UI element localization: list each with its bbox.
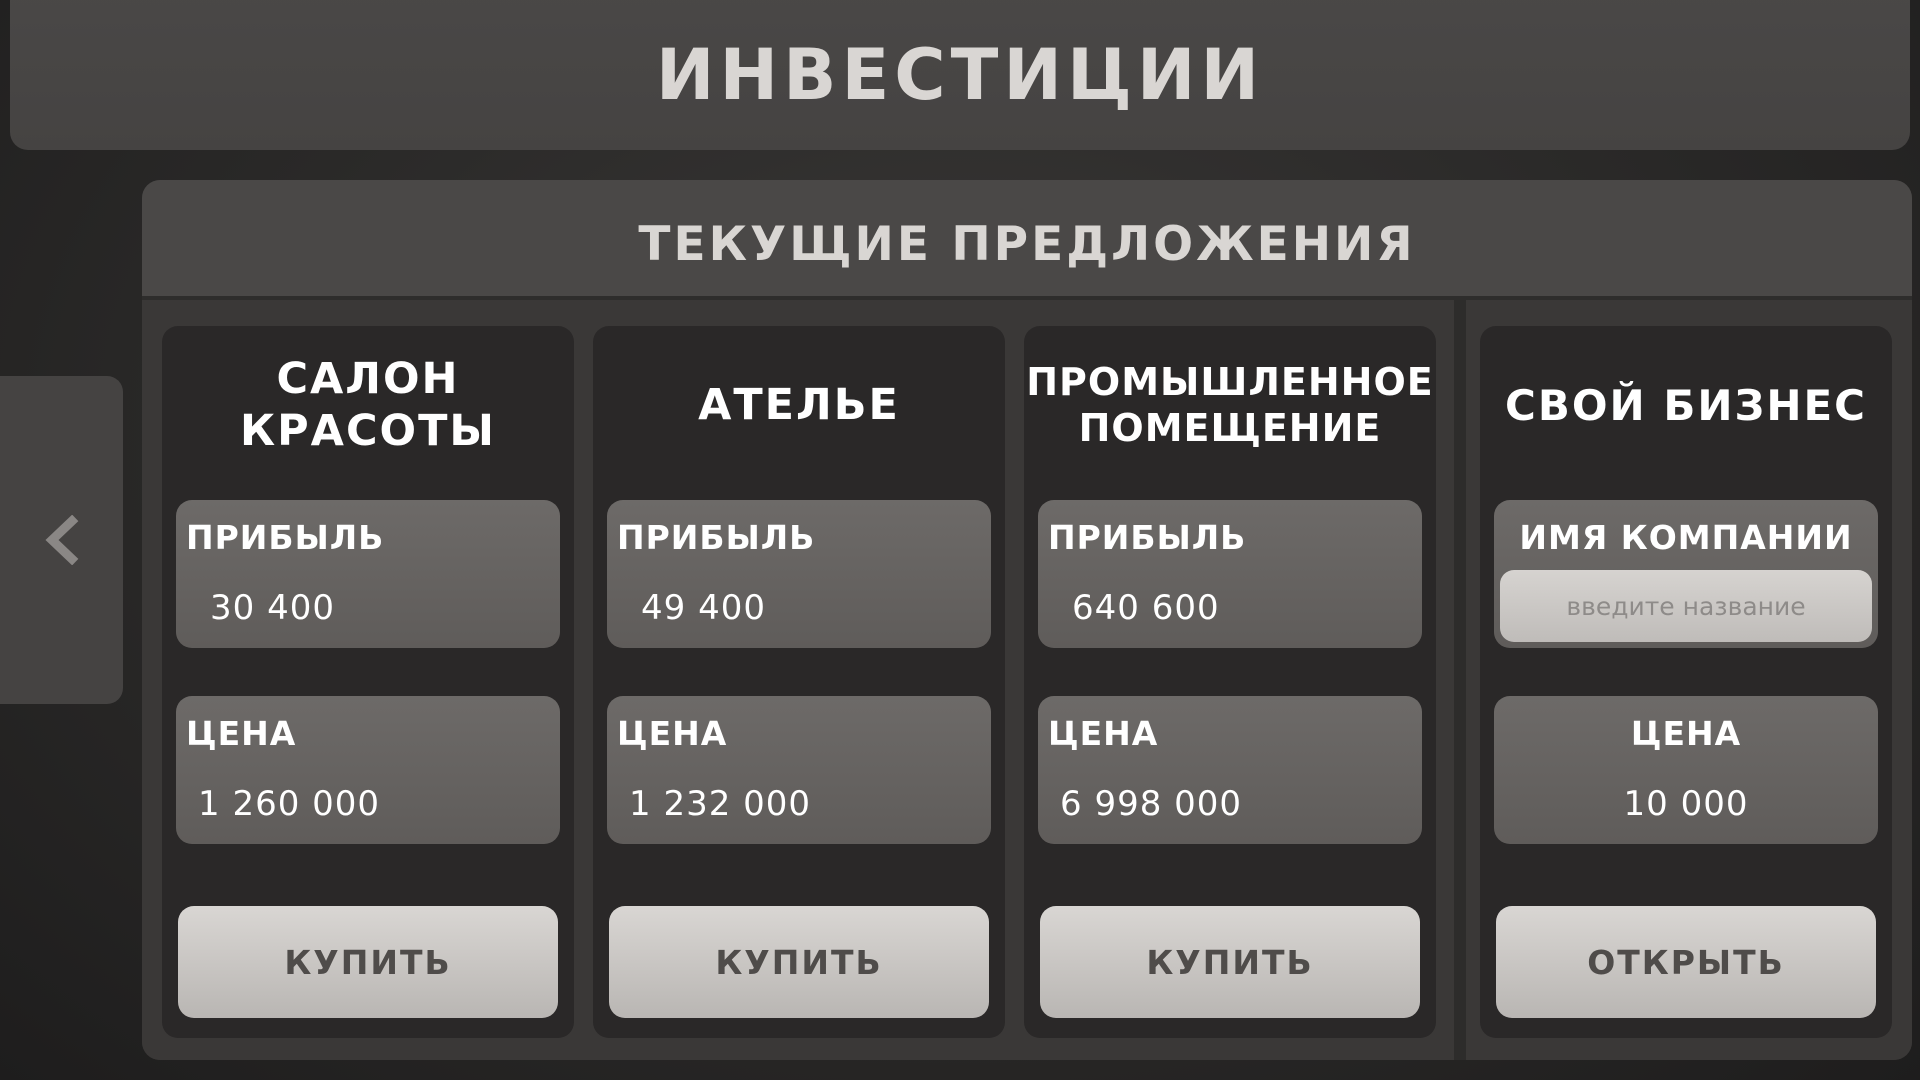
offer-card-title-line2: КРАСОТЫ <box>240 406 496 456</box>
offer-card-beauty-salon: САЛОН КРАСОТЫ ПРИБЫЛЬ 30 400 ЦЕНА 1 260 … <box>162 326 574 1038</box>
price-value: 6 998 000 <box>1060 784 1243 824</box>
open-business-button[interactable]: ОТКРЫТЬ <box>1496 906 1876 1018</box>
profit-label: ПРИБЫЛЬ <box>186 518 385 557</box>
header-panel: ИНВЕСТИЦИИ <box>10 0 1910 150</box>
company-name-input[interactable] <box>1500 570 1872 642</box>
offer-card-title: ПРОМЫШЛЕННОЕ ПОМЕЩЕНИЕ <box>1024 326 1436 486</box>
profit-value: 49 400 <box>641 588 766 628</box>
price-box: ЦЕНА 1 232 000 <box>607 696 991 844</box>
price-label: ЦЕНА <box>186 714 297 753</box>
offers-title: ТЕКУЩИЕ ПРЕДЛОЖЕНИЯ <box>638 216 1416 272</box>
buy-button[interactable]: КУПИТЬ <box>609 906 989 1018</box>
price-box: ЦЕНА 10 000 <box>1494 696 1878 844</box>
company-name-label: ИМЯ КОМПАНИИ <box>1519 518 1853 557</box>
offer-card-title-line2: ПОМЕЩЕНИЕ <box>1078 406 1382 450</box>
offer-card-title-line1: АТЕЛЬЕ <box>698 380 900 431</box>
profit-box: ПРИБЫЛЬ 640 600 <box>1038 500 1422 648</box>
section-divider <box>1454 300 1466 1060</box>
own-business-card: СВОЙ БИЗНЕС ИМЯ КОМПАНИИ ЦЕНА 10 000 ОТК… <box>1480 326 1892 1038</box>
back-button[interactable] <box>0 376 123 704</box>
price-value: 1 260 000 <box>198 784 381 824</box>
offer-card-title: АТЕЛЬЕ <box>593 326 1005 486</box>
company-name-box: ИМЯ КОМПАНИИ <box>1494 500 1878 648</box>
profit-label: ПРИБЫЛЬ <box>1048 518 1247 557</box>
offer-card-title-line1: САЛОН <box>276 354 460 405</box>
profit-label: ПРИБЫЛЬ <box>617 518 816 557</box>
price-value: 1 232 000 <box>629 784 812 824</box>
buy-button[interactable]: КУПИТЬ <box>178 906 558 1018</box>
own-business-title: СВОЙ БИЗНЕС <box>1505 380 1867 430</box>
chevron-left-icon <box>44 515 78 565</box>
profit-box: ПРИБЫЛЬ 30 400 <box>176 500 560 648</box>
profit-value: 30 400 <box>210 588 335 628</box>
price-box: ЦЕНА 6 998 000 <box>1038 696 1422 844</box>
offers-header: ТЕКУЩИЕ ПРЕДЛОЖЕНИЯ <box>142 180 1912 300</box>
price-value: 10 000 <box>1623 784 1749 824</box>
profit-box: ПРИБЫЛЬ 49 400 <box>607 500 991 648</box>
offer-card-industrial-space: ПРОМЫШЛЕННОЕ ПОМЕЩЕНИЕ ПРИБЫЛЬ 640 600 Ц… <box>1024 326 1436 1038</box>
price-label: ЦЕНА <box>1048 714 1159 753</box>
buy-button[interactable]: КУПИТЬ <box>1040 906 1420 1018</box>
offer-card-atelier: АТЕЛЬЕ ПРИБЫЛЬ 49 400 ЦЕНА 1 232 000 КУП… <box>593 326 1005 1038</box>
page-title: ИНВЕСТИЦИИ <box>655 34 1265 116</box>
profit-value: 640 600 <box>1072 588 1220 628</box>
price-box: ЦЕНА 1 260 000 <box>176 696 560 844</box>
offer-card-title: САЛОН КРАСОТЫ <box>162 326 574 486</box>
price-label: ЦЕНА <box>617 714 728 753</box>
offer-card-title-line1: ПРОМЫШЛЕННОЕ <box>1026 360 1434 405</box>
price-label: ЦЕНА <box>1630 714 1742 753</box>
